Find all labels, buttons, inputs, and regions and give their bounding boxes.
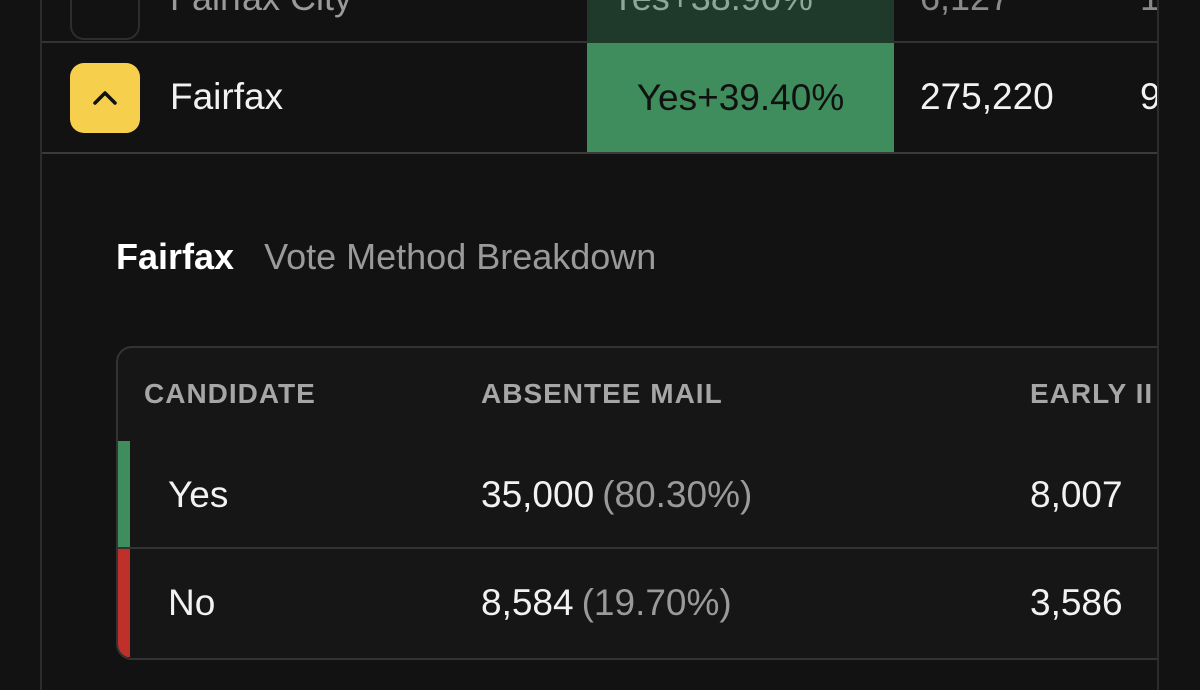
county-name: Fairfax City xyxy=(170,0,352,19)
next-column-value: 1 xyxy=(1140,0,1157,19)
collapse-toggle-button[interactable] xyxy=(70,63,140,133)
result-text: Yes+39.40% xyxy=(636,76,845,118)
table-row-fairfax[interactable]: Fairfax Yes+39.40% 275,220 9 xyxy=(42,43,1157,154)
breakdown-subtitle: Vote Method Breakdown xyxy=(264,236,657,277)
absentee-votes: 8,584 xyxy=(481,582,574,623)
breakdown-county: Fairfax xyxy=(116,236,235,277)
column-header-early: EARLY II xyxy=(1030,378,1154,409)
absentee-percent: (19.70%) xyxy=(581,582,732,623)
county-name: Fairfax xyxy=(170,76,284,117)
table-row-previous[interactable]: Fairfax City Yes+38.90% 6,127 1 xyxy=(42,0,1157,43)
early-value: 8,007 xyxy=(1030,474,1123,515)
expand-toggle-button[interactable] xyxy=(70,0,140,40)
absentee-mail-value: 35,000 (80.30%) xyxy=(481,474,752,516)
column-header-candidate: CANDIDATE xyxy=(144,378,316,409)
breakdown-heading: Fairfax Vote Method Breakdown xyxy=(116,236,656,278)
absentee-votes: 35,000 xyxy=(481,474,595,515)
result-cell: Yes+39.40% xyxy=(587,43,894,152)
candidate-name: Yes xyxy=(168,474,229,515)
total-votes: 6,127 xyxy=(920,0,1010,19)
candidate-color-bar xyxy=(118,441,130,547)
result-text: Yes+38.90% xyxy=(611,0,813,19)
candidate-color-bar xyxy=(118,549,130,657)
vote-method-table: CANDIDATE ABSENTEE MAIL EARLY II Yes 35,… xyxy=(116,346,1157,660)
table-row: No 8,584 (19.70%) 3,586 xyxy=(118,549,1157,657)
early-value: 3,586 xyxy=(1030,582,1123,623)
candidate-name: No xyxy=(168,582,216,623)
next-column-value: 9 xyxy=(1140,76,1159,117)
results-table-frame: Fairfax City Yes+38.90% 6,127 1 Fairfax … xyxy=(40,0,1159,690)
table-row: Yes 35,000 (80.30%) 8,007 xyxy=(118,441,1157,549)
absentee-percent: (80.30%) xyxy=(602,474,753,515)
chevron-up-icon xyxy=(90,88,120,108)
result-cell: Yes+38.90% xyxy=(587,0,894,43)
total-votes: 275,220 xyxy=(920,76,1054,117)
absentee-mail-value: 8,584 (19.70%) xyxy=(481,582,732,624)
column-header-absentee-mail: ABSENTEE MAIL xyxy=(481,378,723,409)
